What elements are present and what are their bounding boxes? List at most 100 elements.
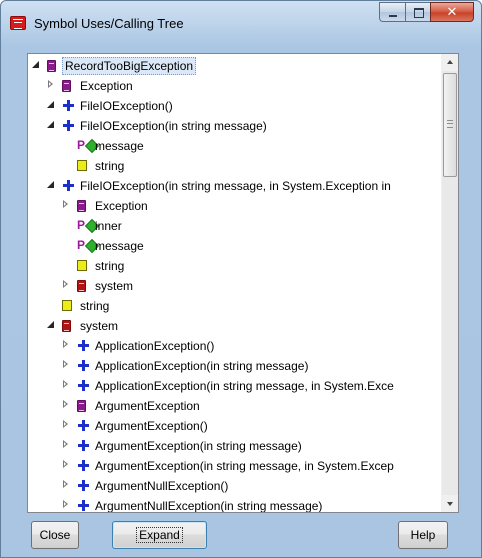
tree-row[interactable]: ArgumentException (28, 396, 441, 416)
tree-expanded-icon[interactable] (46, 120, 56, 130)
tree-row-label: string (95, 159, 125, 173)
tree-collapsed-icon[interactable] (61, 420, 71, 430)
tree-row[interactable]: ArgumentNullException() (28, 476, 441, 496)
tree-collapsed-icon[interactable] (61, 460, 71, 470)
tree-expanded-icon[interactable] (46, 320, 56, 330)
namespace-icon (62, 320, 71, 332)
tree-row-label: message (95, 139, 144, 153)
title-bar[interactable]: Symbol Uses/Calling Tree ✕ (1, 1, 481, 45)
tree-row[interactable]: ApplicationException(in string message, … (28, 376, 441, 396)
tree-collapsed-icon[interactable] (61, 340, 71, 350)
method-icon (77, 419, 91, 433)
tree-row-label: system (80, 319, 119, 333)
tree-row[interactable]: Exception (28, 76, 441, 96)
tree-row[interactable]: Pmessage (28, 136, 441, 156)
symbol-tree[interactable]: RecordTooBigException Exception FileIOExce… (28, 54, 441, 512)
class-icon (77, 400, 86, 412)
tree-collapsed-icon[interactable] (61, 400, 71, 410)
method-icon (77, 459, 91, 473)
tree-row-label: ApplicationException() (95, 339, 215, 353)
tree-row[interactable]: ApplicationException(in string message) (28, 356, 441, 376)
type-icon (77, 160, 87, 171)
tree-collapsed-icon[interactable] (61, 200, 71, 210)
tree-collapsed-icon[interactable] (61, 280, 71, 290)
tree-row-label: FileIOException(in string message) (80, 119, 267, 133)
tree-row[interactable]: FileIOException(in string message) (28, 116, 441, 136)
maximize-button[interactable] (405, 2, 431, 22)
namespace-icon (77, 280, 86, 292)
symbol-uses-window: Symbol Uses/Calling Tree ✕ RecordTooBigE… (0, 0, 482, 558)
method-icon (62, 99, 76, 113)
tree-row-label: FileIOException(in string message, in Sy… (80, 179, 391, 193)
tree-row[interactable]: ArgumentException(in string message, in … (28, 456, 441, 476)
tree-collapsed-icon[interactable] (61, 440, 71, 450)
method-icon (77, 479, 91, 493)
tree-row[interactable]: ArgumentException(in string message) (28, 436, 441, 456)
tree-row-label: FileIOException() (80, 99, 173, 113)
method-icon (77, 379, 91, 393)
tree-row[interactable]: Exception (28, 196, 441, 216)
tree-row[interactable]: Pinner (28, 216, 441, 236)
tree-row-label: ApplicationException(in string message) (95, 359, 309, 373)
minimize-button[interactable] (379, 2, 406, 22)
tree-expanded-icon[interactable] (31, 60, 41, 70)
tree-row-label: message (95, 239, 144, 253)
type-icon (62, 300, 72, 311)
method-icon (77, 339, 91, 353)
tree-row[interactable]: string (28, 296, 441, 316)
tree-expanded-icon[interactable] (46, 100, 56, 110)
tree-row-label: string (80, 299, 110, 313)
tree-row-label: Exception (95, 199, 148, 213)
method-icon (77, 439, 91, 453)
tree-row[interactable]: system (28, 316, 441, 336)
window-title: Symbol Uses/Calling Tree (34, 16, 184, 31)
method-icon (62, 119, 76, 133)
tree-row[interactable]: ArgumentNullException(in string message) (28, 496, 441, 512)
class-icon (62, 80, 71, 92)
tree-row[interactable]: ArgumentException() (28, 416, 441, 436)
tree-row-label: ArgumentNullException() (95, 479, 229, 493)
class-icon (47, 60, 56, 72)
scroll-up-arrow-icon[interactable] (442, 54, 458, 71)
tree-collapsed-icon[interactable] (61, 480, 71, 490)
tree-row[interactable]: Pmessage (28, 236, 441, 256)
tree-row-label: system (95, 279, 134, 293)
scrollbar-thumb[interactable] (443, 73, 457, 177)
symbol-tree-panel: RecordTooBigException Exception FileIOExce… (27, 53, 459, 513)
tree-row-label: Exception (80, 79, 133, 93)
tree-row[interactable]: string (28, 256, 441, 276)
tree-row-label: ArgumentException(in string message) (95, 439, 302, 453)
tree-row[interactable]: FileIOException() (28, 96, 441, 116)
app-icon (10, 16, 26, 30)
tree-row[interactable]: ApplicationException() (28, 336, 441, 356)
close-icon: ✕ (446, 4, 458, 19)
tree-row-label: RecordTooBigException (62, 57, 197, 75)
tree-row-label: string (95, 259, 125, 273)
expand-button-label: Expand (136, 527, 183, 543)
tree-expanded-icon[interactable] (46, 180, 56, 190)
tree-collapsed-icon[interactable] (61, 500, 71, 510)
help-button[interactable]: Help (398, 521, 448, 549)
method-icon (62, 179, 76, 193)
vertical-scrollbar[interactable] (441, 54, 458, 512)
tree-collapsed-icon[interactable] (61, 360, 71, 370)
tree-row-label: ArgumentException (95, 399, 200, 413)
tree-row[interactable]: FileIOException(in string message, in Sy… (28, 176, 441, 196)
tree-row-label: ApplicationException(in string message, … (95, 379, 394, 393)
tree-row-label: ArgumentException(in string message, in … (95, 459, 394, 473)
tree-collapsed-icon[interactable] (46, 80, 56, 90)
tree-row-label: inner (95, 219, 122, 233)
close-button[interactable]: Close (31, 521, 79, 549)
tree-row[interactable]: system (28, 276, 441, 296)
type-icon (77, 260, 87, 271)
tree-row[interactable]: RecordTooBigException (28, 56, 441, 76)
tree-row-label: ArgumentNullException(in string message) (95, 499, 323, 512)
method-icon (77, 499, 91, 512)
scroll-down-arrow-icon[interactable] (442, 495, 458, 512)
method-icon (77, 359, 91, 373)
tree-row[interactable]: string (28, 156, 441, 176)
window-close-button[interactable]: ✕ (430, 2, 474, 22)
tree-collapsed-icon[interactable] (61, 380, 71, 390)
tree-row-label: ArgumentException() (95, 419, 208, 433)
expand-button[interactable]: Expand (112, 521, 207, 549)
